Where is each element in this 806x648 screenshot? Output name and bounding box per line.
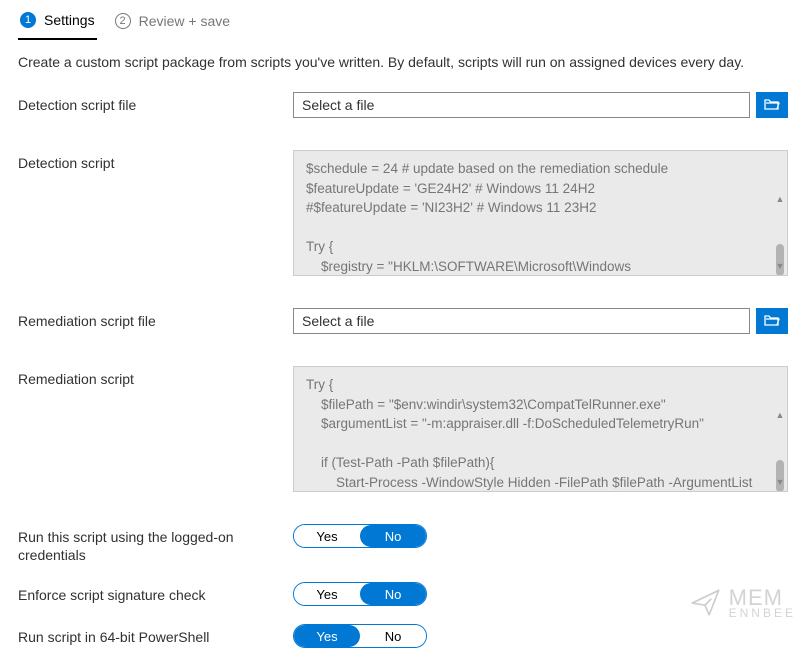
label-detection-script: Detection script xyxy=(18,150,293,172)
remediation-file-input[interactable]: Select a file xyxy=(293,308,750,334)
label-remediation-file: Remediation script file xyxy=(18,308,293,330)
tab-label: Settings xyxy=(44,12,95,28)
scroll-up-icon[interactable]: ▲ xyxy=(775,410,785,420)
toggle-option-no[interactable]: No xyxy=(360,625,426,647)
scroll-down-icon[interactable]: ▼ xyxy=(775,477,785,487)
toggle-option-yes[interactable]: Yes xyxy=(294,525,360,547)
browse-detection-file-button[interactable] xyxy=(756,92,788,118)
label-run-logged-on: Run this script using the logged-on cred… xyxy=(18,524,293,564)
remediation-script-textbox[interactable]: Try { $filePath = "$env:windir\system32\… xyxy=(293,366,788,492)
code-content: $schedule = 24 # update based on the rem… xyxy=(306,161,727,276)
toggle-option-yes[interactable]: Yes xyxy=(294,625,360,647)
label-enforce-signature: Enforce script signature check xyxy=(18,582,293,604)
label-detection-file: Detection script file xyxy=(18,92,293,114)
label-remediation-script: Remediation script xyxy=(18,366,293,388)
code-content: Try { $filePath = "$env:windir\system32\… xyxy=(306,377,756,492)
browse-remediation-file-button[interactable] xyxy=(756,308,788,334)
scroll-down-icon[interactable]: ▼ xyxy=(775,261,785,271)
toggle-run-logged-on[interactable]: Yes No xyxy=(293,524,427,548)
toggle-option-no[interactable]: No xyxy=(360,525,426,547)
tab-settings[interactable]: 1 Settings xyxy=(18,6,97,40)
folder-open-icon xyxy=(764,313,780,329)
scroll-up-icon[interactable]: ▲ xyxy=(775,194,785,204)
toggle-option-yes[interactable]: Yes xyxy=(294,583,360,605)
detection-file-input[interactable]: Select a file xyxy=(293,92,750,118)
watermark-line2: ENNBEE xyxy=(729,608,796,619)
tab-number-badge: 1 xyxy=(20,12,36,28)
folder-open-icon xyxy=(764,97,780,113)
toggle-enforce-signature[interactable]: Yes No xyxy=(293,582,427,606)
tab-number-badge: 2 xyxy=(115,13,131,29)
detection-script-textbox[interactable]: $schedule = 24 # update based on the rem… xyxy=(293,150,788,276)
file-placeholder: Select a file xyxy=(302,97,374,113)
toggle-run-64bit[interactable]: Yes No xyxy=(293,624,427,648)
label-run-64bit: Run script in 64-bit PowerShell xyxy=(18,624,293,646)
tab-review-save[interactable]: 2 Review + save xyxy=(113,6,232,40)
file-placeholder: Select a file xyxy=(302,313,374,329)
page-description: Create a custom script package from scri… xyxy=(18,54,788,70)
tab-label: Review + save xyxy=(139,13,230,29)
toggle-option-no[interactable]: No xyxy=(360,583,426,605)
